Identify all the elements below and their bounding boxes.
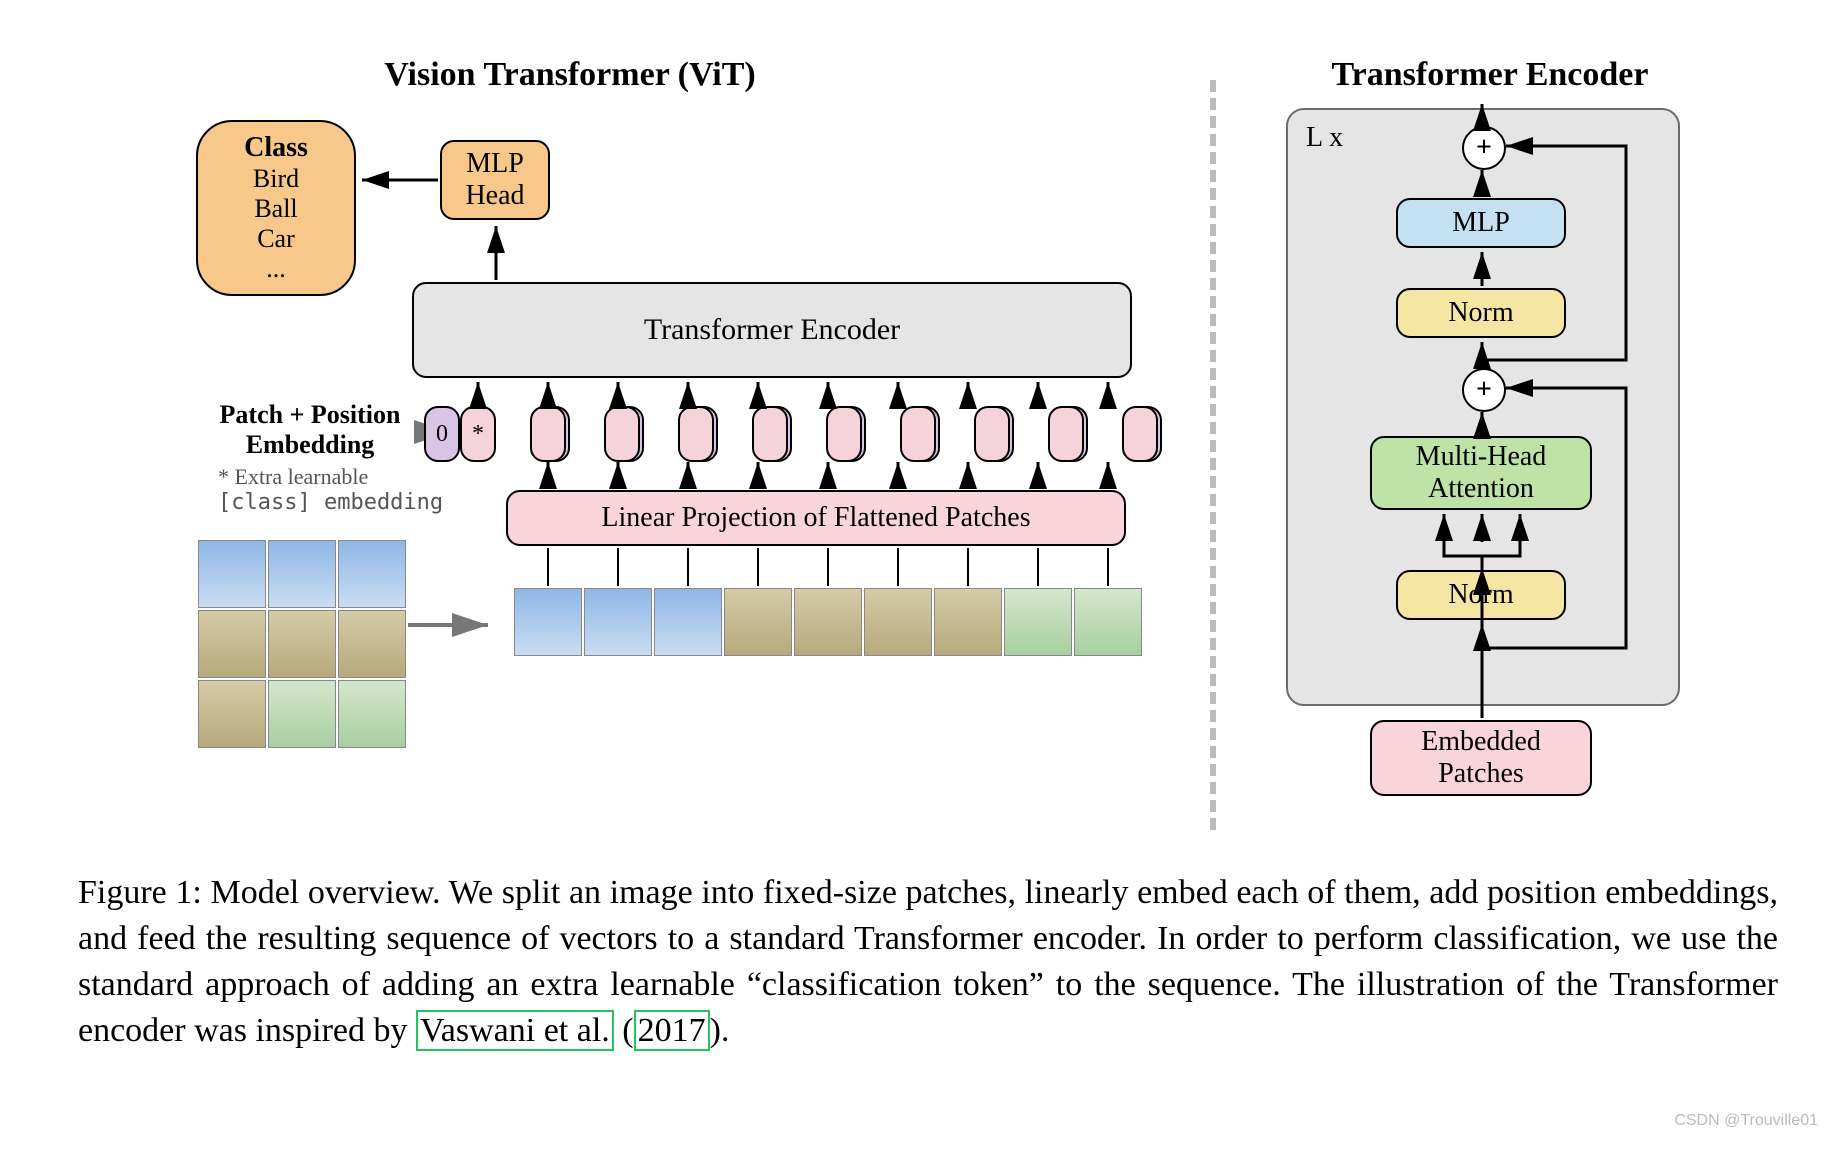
patch-thumbnail: [584, 588, 652, 656]
token-arrows: [0, 0, 1200, 800]
grid-patch: [338, 680, 406, 748]
patch-thumbnail: [864, 588, 932, 656]
grid-patch: [268, 610, 336, 678]
input-image-grid: [198, 540, 406, 748]
citation-year: 2017: [634, 1010, 710, 1051]
patch-thumbnail: [1004, 588, 1072, 656]
encoder-arrows: [1270, 100, 1700, 820]
section-divider: [1210, 80, 1216, 830]
patch-thumbnail: [934, 588, 1002, 656]
caption-text: Figure 1: Model overview. We split an im…: [78, 874, 1778, 1049]
figure-caption: Figure 1: Model overview. We split an im…: [78, 870, 1778, 1054]
patch-thumbnail: [1074, 588, 1142, 656]
watermark: CSDN @Trouville01: [1674, 1112, 1818, 1130]
patch-row: [514, 588, 1142, 656]
grid-patch: [198, 540, 266, 608]
right-title: Transformer Encoder: [1270, 56, 1710, 94]
patch-thumbnail: [724, 588, 792, 656]
caption-suffix: .: [721, 1012, 730, 1049]
citation-author: Vaswani et al.: [416, 1010, 614, 1051]
grid-patch: [268, 540, 336, 608]
grid-patch: [198, 610, 266, 678]
patch-thumbnail: [514, 588, 582, 656]
page: { "left": { "title": "Vision Transformer…: [0, 0, 1838, 1150]
grid-patch: [338, 610, 406, 678]
patch-thumbnail: [794, 588, 862, 656]
grid-patch: [268, 680, 336, 748]
grid-patch: [198, 680, 266, 748]
grid-patch: [338, 540, 406, 608]
patch-thumbnail: [654, 588, 722, 656]
